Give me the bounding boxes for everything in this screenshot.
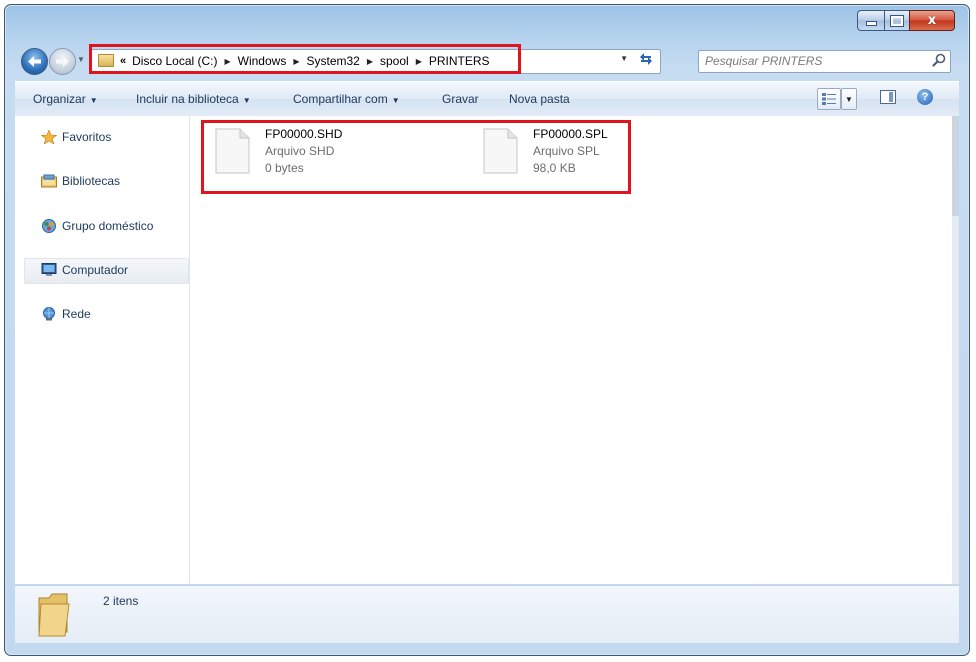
item-count: 2 itens — [103, 594, 139, 608]
nav-item-label: Bibliotecas — [62, 174, 121, 188]
scrollbar-thumb[interactable] — [952, 116, 959, 216]
nav-item-grupo-domestico[interactable]: Grupo doméstico — [41, 219, 153, 233]
address-history-dropdown-icon[interactable]: ▼ — [620, 54, 628, 63]
refresh-icon[interactable] — [638, 52, 654, 69]
search-input[interactable] — [705, 54, 915, 68]
minimize-icon — [865, 21, 877, 26]
maximize-button[interactable] — [884, 10, 909, 31]
computer-icon — [41, 263, 57, 276]
maximize-icon — [890, 14, 904, 27]
libraries-icon — [41, 174, 57, 188]
chevron-down-icon: ▼ — [89, 96, 98, 105]
star-icon — [41, 130, 57, 144]
command-bar: Organizar ▼ Incluir na biblioteca ▼ Compar… — [15, 81, 959, 117]
nav-item-favoritos[interactable]: Favoritos — [41, 130, 111, 144]
nav-item-bibliotecas[interactable]: Bibliotecas — [41, 174, 120, 188]
network-icon — [43, 307, 55, 321]
nav-item-rede[interactable]: Rede — [41, 307, 91, 321]
nav-item-label: Computador — [62, 263, 129, 277]
share-with-button[interactable]: Compartilhar com ▼ — [293, 92, 400, 106]
chevron-down-icon: ▼ — [242, 96, 251, 105]
nav-item-label: Rede — [62, 307, 91, 321]
explorer-window: x ▼ « Disco Local (C:) ▶ Windows ▶ Syste… — [4, 4, 970, 656]
caption-buttons: x — [857, 10, 955, 31]
nav-item-label: Grupo doméstico — [62, 219, 154, 233]
close-button[interactable]: x — [909, 10, 955, 31]
chevron-down-icon: ▼ — [391, 96, 400, 105]
change-view-button[interactable] — [817, 88, 841, 110]
chevron-down-icon: ▼ — [845, 94, 853, 104]
minimize-button[interactable] — [857, 10, 884, 31]
navigation-pane: Favoritos Bibliotecas Grupo doméstico Co… — [15, 116, 190, 584]
back-button[interactable] — [21, 48, 48, 75]
address-highlight-box — [89, 44, 521, 74]
vertical-scrollbar[interactable] — [952, 116, 959, 584]
recent-pages-dropdown-icon[interactable]: ▼ — [77, 55, 85, 64]
files-highlight-box — [201, 120, 631, 194]
homegroup-icon — [42, 219, 56, 233]
include-in-library-button[interactable]: Incluir na biblioteca ▼ — [136, 92, 251, 106]
details-pane: 2 itens — [15, 585, 959, 643]
forward-button[interactable] — [49, 48, 76, 75]
include-in-library-label: Incluir na biblioteca — [136, 92, 239, 106]
organize-menu-button[interactable]: Organizar ▼ — [33, 92, 98, 106]
new-folder-button[interactable]: Nova pasta — [509, 92, 570, 106]
folder-icon — [38, 593, 70, 637]
file-list-area[interactable]: FP00000.SHD Arquivo SHD 0 bytes FP00000.… — [190, 116, 952, 584]
organize-label: Organizar — [33, 92, 86, 106]
details-view-icon — [822, 93, 836, 105]
view-options-dropdown[interactable]: ▼ — [841, 88, 857, 110]
close-icon: x — [927, 13, 937, 28]
preview-pane-button[interactable] — [880, 90, 896, 104]
nav-item-computador[interactable]: Computador — [41, 263, 128, 277]
back-arrow-icon — [28, 56, 41, 67]
search-icon[interactable] — [932, 53, 946, 70]
help-button[interactable]: ? — [917, 89, 933, 105]
search-box[interactable] — [698, 50, 951, 73]
forward-arrow-icon — [56, 56, 69, 67]
navigation-row: ▼ « Disco Local (C:) ▶ Windows ▶ System3… — [15, 44, 959, 75]
burn-button[interactable]: Gravar — [442, 92, 479, 106]
nav-item-label: Favoritos — [62, 130, 112, 144]
share-with-label: Compartilhar com — [293, 92, 388, 106]
